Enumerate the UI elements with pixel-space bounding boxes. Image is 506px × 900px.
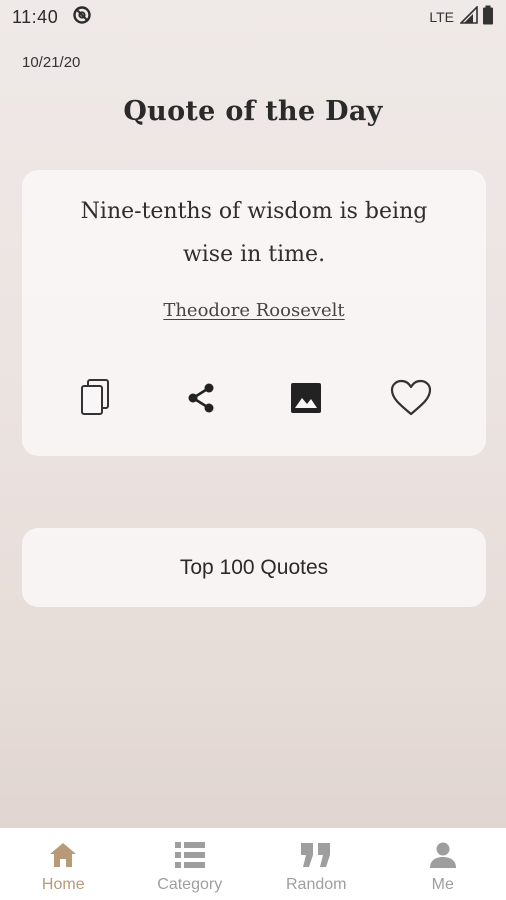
nav-item-me[interactable]: Me xyxy=(380,828,506,900)
quote-author-link[interactable]: Theodore Roosevelt xyxy=(22,300,486,321)
page-title: Quote of the Day xyxy=(123,96,383,127)
status-time: 11:40 xyxy=(12,6,59,27)
nav-item-category[interactable]: Category xyxy=(127,828,254,900)
share-button[interactable] xyxy=(176,375,226,425)
quote-card: Nine-tenths of wisdom is being wise in t… xyxy=(22,170,486,456)
nav-label-random[interactable]: Random xyxy=(286,876,346,894)
image-button[interactable] xyxy=(281,375,331,425)
bottom-nav: Home Category Random Me xyxy=(0,828,506,900)
nav-label-me[interactable]: Me xyxy=(432,876,454,894)
signal-icon xyxy=(459,4,478,29)
heart-icon[interactable] xyxy=(389,378,433,423)
status-left: 11:40 xyxy=(12,5,92,30)
quote-actions xyxy=(22,375,486,425)
quote-author[interactable]: Theodore Roosevelt xyxy=(163,300,344,321)
top-100-quotes-button[interactable]: Top 100 Quotes xyxy=(22,528,486,607)
nav-item-random[interactable]: Random xyxy=(253,828,380,900)
favorite-button[interactable] xyxy=(386,375,436,425)
person-icon[interactable] xyxy=(428,840,458,870)
sync-icon xyxy=(72,5,92,30)
network-label: LTE xyxy=(429,9,454,25)
nav-item-home[interactable]: Home xyxy=(0,828,127,900)
nav-label-home[interactable]: Home xyxy=(42,876,85,894)
nav-label-category[interactable]: Category xyxy=(157,876,222,894)
battery-icon xyxy=(482,5,494,30)
home-icon[interactable] xyxy=(48,840,78,870)
image-icon[interactable] xyxy=(289,381,323,420)
quote-text: Nine-tenths of wisdom is being wise in t… xyxy=(80,199,428,267)
status-bar: 11:40 LTE xyxy=(0,0,506,34)
share-icon[interactable] xyxy=(183,380,219,421)
top-100-quotes-label[interactable]: Top 100 Quotes xyxy=(180,556,328,580)
list-icon[interactable] xyxy=(174,840,206,870)
quote-icon[interactable] xyxy=(299,840,333,870)
copy-icon[interactable] xyxy=(77,378,113,423)
date-label: 10/21/20 xyxy=(22,54,81,71)
status-right: LTE xyxy=(429,4,494,30)
copy-button[interactable] xyxy=(70,375,120,425)
